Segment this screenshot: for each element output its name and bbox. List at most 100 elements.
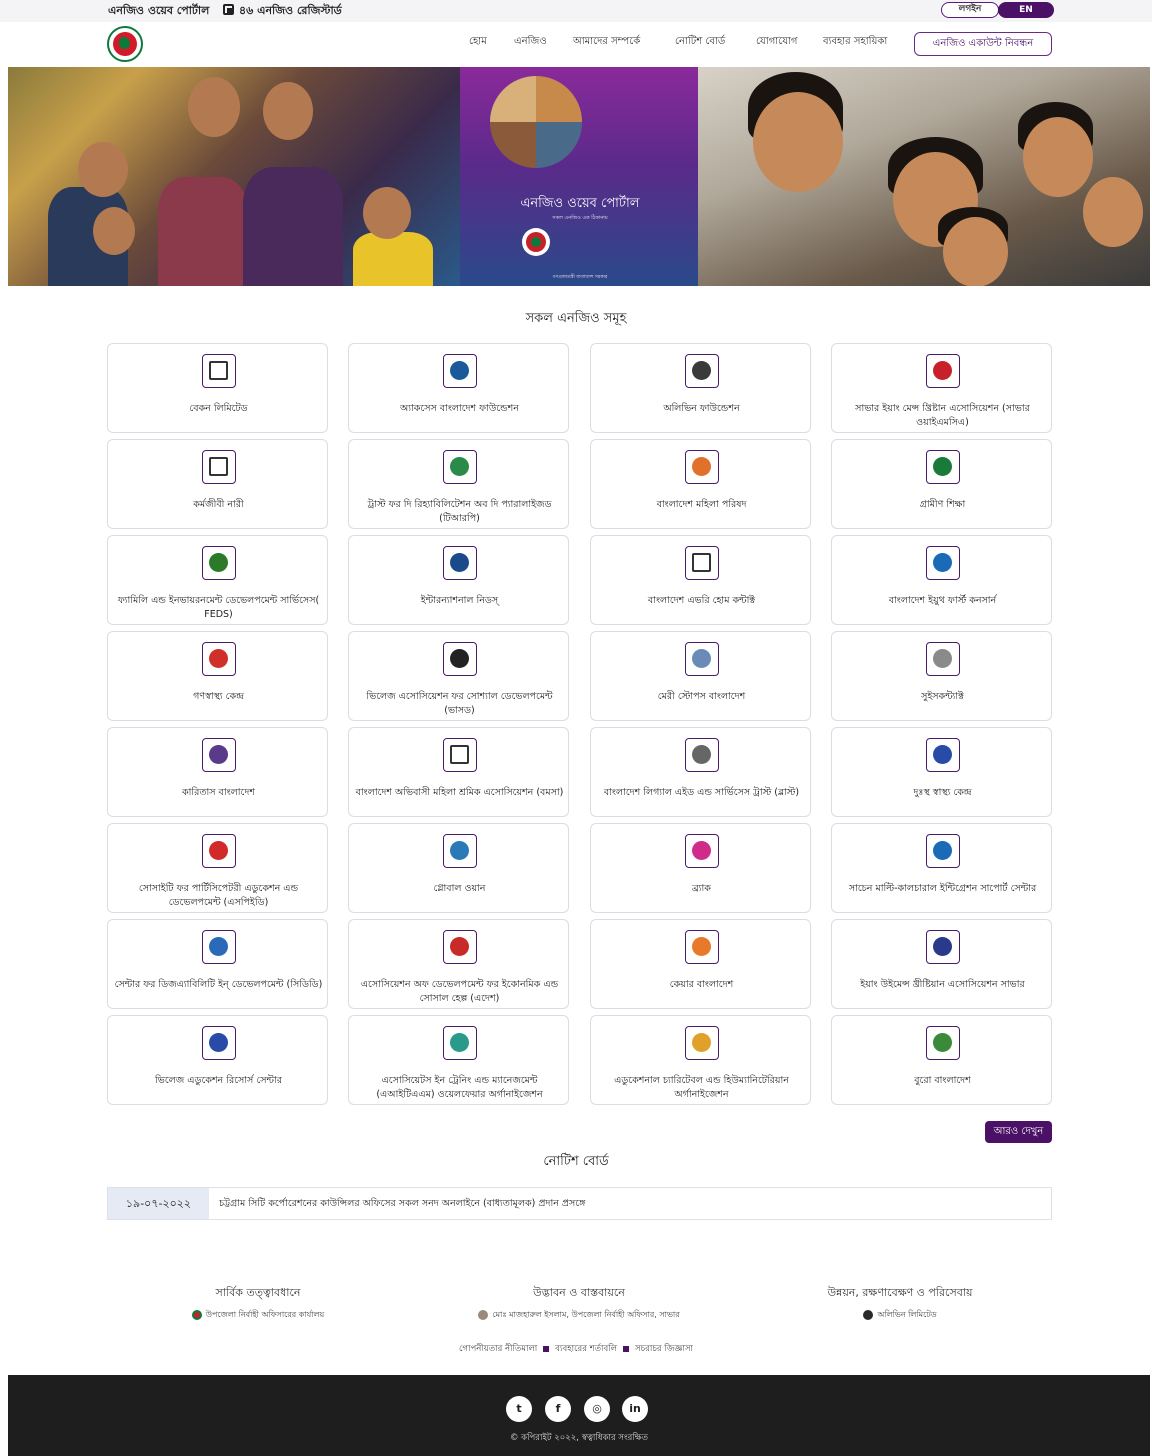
swisscontact-logo xyxy=(926,642,960,676)
child-figure xyxy=(353,232,433,286)
notice-text[interactable]: চট্টগ্রাম সিটি কর্পোরেশনের কাউন্সিলর অফি… xyxy=(219,1197,585,1212)
ngo-card[interactable]: মেরী স্টোপস বাংলাদেশ xyxy=(590,631,811,721)
child-face xyxy=(753,92,843,192)
feds-logo-mark xyxy=(209,553,228,572)
ywca-logo xyxy=(926,930,960,964)
instagram-icon[interactable]: ◎ xyxy=(584,1396,610,1422)
nav-ngo[interactable]: এনজিও xyxy=(514,34,547,51)
blast-logo xyxy=(685,738,719,772)
ngo-card[interactable]: কর্মজীবী নারী xyxy=(107,439,328,529)
ngo-card[interactable]: গ্রামীণ শিক্ষা xyxy=(831,439,1052,529)
ngo-card[interactable]: কেয়ার বাংলাদেশ xyxy=(590,919,811,1009)
nav-contact[interactable]: যোগাযোগ xyxy=(756,34,797,51)
image-placeholder-icon-mark xyxy=(209,361,228,380)
sped-logo xyxy=(202,834,236,868)
see-more-button[interactable]: আরও দেখুন xyxy=(985,1121,1052,1143)
notice-section-title: নোটিশ বোর্ড xyxy=(543,1154,609,1169)
credit-implementation: উদ্ভাবন ও বাস্তবায়নে মোঃ মাজহারুল ইসলাম… xyxy=(419,1284,739,1322)
ngo-register-button[interactable]: এনজিও একাউন্ট নিবন্ধন xyxy=(914,32,1052,56)
separator-icon xyxy=(622,1345,629,1352)
notice-item[interactable]: ১৯-০৭-২০২২ চট্টগ্রাম সিটি কর্পোরেশনের কা… xyxy=(107,1187,1052,1220)
ngo-section-title: সকল এনজিও সমূহ xyxy=(525,311,627,326)
credit-maintenance-text[interactable]: অলিভিন লিমিটেড xyxy=(877,1310,936,1319)
faq-link[interactable]: সচরাচর জিজ্ঞাসা xyxy=(635,1344,693,1354)
twitter-icon[interactable]: t xyxy=(506,1396,532,1422)
ngo-name: বুরো বাংলাদেশ xyxy=(914,1075,971,1086)
login-button[interactable]: লগইন xyxy=(941,2,999,18)
privacy-policy-link[interactable]: গোপনীয়তার নীতিমালা xyxy=(459,1344,537,1354)
ngo-card[interactable]: বুরো বাংলাদেশ xyxy=(831,1015,1052,1105)
top-bar: এনজিও ওয়েব পোর্টাল ৪৬ এনজিও রেজিস্টার্ড… xyxy=(0,0,1152,22)
credit-maintenance: উন্নয়ন, রক্ষণাবেক্ষণ ও পরিসেবায় অলিভিন… xyxy=(740,1284,1060,1322)
ngo-card[interactable]: সোসাইটি ফর পার্টিসিপেটরী এডুকেশন এন্ড ডে… xyxy=(107,823,328,913)
ngo-card[interactable]: সেন্টার ফর ডিজএ্যাবিলিটি ইন্ ডেভেলপমেন্ট… xyxy=(107,919,328,1009)
credit-supervision-title: সার্বিক তত্ত্বাবধানে xyxy=(215,1286,301,1299)
ngo-name: দুঃস্থ স্বাস্থ্য কেন্দ্র xyxy=(913,787,972,798)
ngo-card[interactable]: এসোসিয়েটস ইন ট্রেনিং এন্ড ম্যানেজমেন্ট … xyxy=(348,1015,569,1105)
adesh-logo-mark xyxy=(450,937,469,956)
ngo-card[interactable]: ইয়াং উইমেন্স খ্রীষ্টিয়ান এসোসিয়েশন সা… xyxy=(831,919,1052,1009)
nav-about[interactable]: আমাদের সম্পর্কে xyxy=(573,34,640,51)
image-placeholder-icon xyxy=(202,354,236,388)
nav-user-guide[interactable]: ব্যবহার সহায়িকা xyxy=(823,34,887,51)
ngo-name: ফ্যামিলি এন্ড ইনভায়রনমেন্ট ডেভেলপমেন্ট … xyxy=(117,595,320,620)
child-face xyxy=(943,217,1008,286)
ngo-card[interactable]: বাংলাদেশ অভিবাসী মহিলা শ্রমিক এসোসিয়েশন… xyxy=(348,727,569,817)
ngo-card[interactable]: কারিতাস বাংলাদেশ xyxy=(107,727,328,817)
ngo-name: বেকন লিমিটেড xyxy=(189,403,248,414)
govt-logo-icon xyxy=(191,1309,202,1320)
ngo-card[interactable]: গ্লোবাল ওয়ান xyxy=(348,823,569,913)
ngo-card[interactable]: সাভার ইয়াং মেন্স খ্রিষ্টান এসোসিয়েশন (… xyxy=(831,343,1052,433)
ngo-card[interactable]: ভিলেজ এসোসিয়েশন ফর সোশ্যাল ডেভেলপমেন্ট … xyxy=(348,631,569,721)
ngo-card[interactable]: সুইসকন্ট্যাক্ট xyxy=(831,631,1052,721)
hero-banner: এনজিও ওয়েব পোর্টাল সকল এনজিও এক ঠিকানায… xyxy=(8,67,1150,286)
brac-logo-mark xyxy=(692,841,711,860)
nav-notice-board[interactable]: নোটিশ বোর্ড xyxy=(675,34,725,51)
marie-stopes-logo-mark xyxy=(692,649,711,668)
language-toggle[interactable]: EN xyxy=(998,2,1054,18)
nav-home[interactable]: হোম xyxy=(469,34,487,51)
ngo-card[interactable]: এসোসিয়েশন অফ ডেভেলপমেন্ট ফর ইকোনমিক এন্… xyxy=(348,919,569,1009)
ngo-card[interactable]: অলিভিন ফাউন্ডেশন xyxy=(590,343,811,433)
ngo-card[interactable]: ট্রাস্ট ফর দি রিহ্যাবিলিটেশন অব দি প্যার… xyxy=(348,439,569,529)
vasd-logo xyxy=(443,642,477,676)
ngo-card[interactable]: বাংলাদেশ লিগ্যাল এইড এন্ড সার্ভিসেস ট্রা… xyxy=(590,727,811,817)
ngo-card[interactable]: ইন্টারন্যাশনাল নিডস্‌ xyxy=(348,535,569,625)
ngo-card[interactable]: সাচেন মাল্টি-কালচারাল ইন্টিগ্রেশন সাপোর্… xyxy=(831,823,1052,913)
ngo-name: কেয়ার বাংলাদেশ xyxy=(669,979,734,990)
ngo-card[interactable]: বাংলাদেশ ইয়ুথ ফার্স্ট কনসার্ন xyxy=(831,535,1052,625)
ngo-card[interactable]: বাংলাদেশ মহিলা পরিষদ xyxy=(590,439,811,529)
child-face xyxy=(363,187,411,239)
ngo-card[interactable]: ব্র্যাক xyxy=(590,823,811,913)
access-bangladesh-logo-mark xyxy=(450,361,469,380)
ngo-card[interactable]: বেকন লিমিটেড xyxy=(107,343,328,433)
ngo-card[interactable]: অ্যাকসেস বাংলাদেশ ফাউন্ডেশন xyxy=(348,343,569,433)
image-placeholder-icon xyxy=(685,546,719,580)
child-face xyxy=(1083,177,1143,247)
avatar xyxy=(478,1309,489,1320)
ngo-card[interactable]: দুঃস্থ স্বাস্থ্য কেন্দ্র xyxy=(831,727,1052,817)
ngo-name: ভিলেজ এসোসিয়েশন ফর সোশ্যাল ডেভেলপমেন্ট … xyxy=(366,691,553,716)
terms-link[interactable]: ব্যবহারের শর্তাবলি xyxy=(555,1344,617,1354)
verc-logo xyxy=(202,1026,236,1060)
mohila-parishad-logo-mark xyxy=(692,457,711,476)
ngo-card[interactable]: বাংলাদেশ এভরি হোম কন্টাক্ট xyxy=(590,535,811,625)
facebook-icon[interactable]: f xyxy=(545,1396,571,1422)
ngo-name: অলিভিন ফাউন্ডেশন xyxy=(663,403,740,414)
child-face xyxy=(78,142,128,197)
credit-maintenance-title: উন্নয়ন, রক্ষণাবেক্ষণ ও পরিসেবায় xyxy=(827,1286,973,1299)
registered-count: ৪৬ এনজিও রেজিস্টার্ড xyxy=(239,4,342,17)
ngo-name: মেরী স্টোপস বাংলাদেশ xyxy=(657,691,746,702)
ngo-card[interactable]: ভিলেজ এডুকেশন রিসোর্স সেন্টার xyxy=(107,1015,328,1105)
dsk-logo xyxy=(926,738,960,772)
footer: t f ◎ in © কপিরাইট ২০২২, স্বত্বাধিকার সং… xyxy=(8,1375,1150,1456)
ngo-name: অ্যাকসেস বাংলাদেশ ফাউন্ডেশন xyxy=(400,403,519,414)
ngo-name: সাভার ইয়াং মেন্স খ্রিষ্টান এসোসিয়েশন (… xyxy=(855,403,1030,428)
ngo-card[interactable]: এডুকেশনাল চ্যারিটেবল এন্ড হিউম্যানিটেরিয… xyxy=(590,1015,811,1105)
ngo-card[interactable]: ফ্যামিলি এন্ড ইনভায়রনমেন্ট ডেভেলপমেন্ট … xyxy=(107,535,328,625)
ngo-card[interactable]: গণস্বাস্থ্য কেন্দ্র xyxy=(107,631,328,721)
ngo-name: ইন্টারন্যাশনাল নিডস্‌ xyxy=(420,595,499,606)
linkedin-icon[interactable]: in xyxy=(622,1396,648,1422)
vasd-logo-mark xyxy=(450,649,469,668)
ngo-name: গণস্বাস্থ্য কেন্দ্র xyxy=(193,691,244,702)
